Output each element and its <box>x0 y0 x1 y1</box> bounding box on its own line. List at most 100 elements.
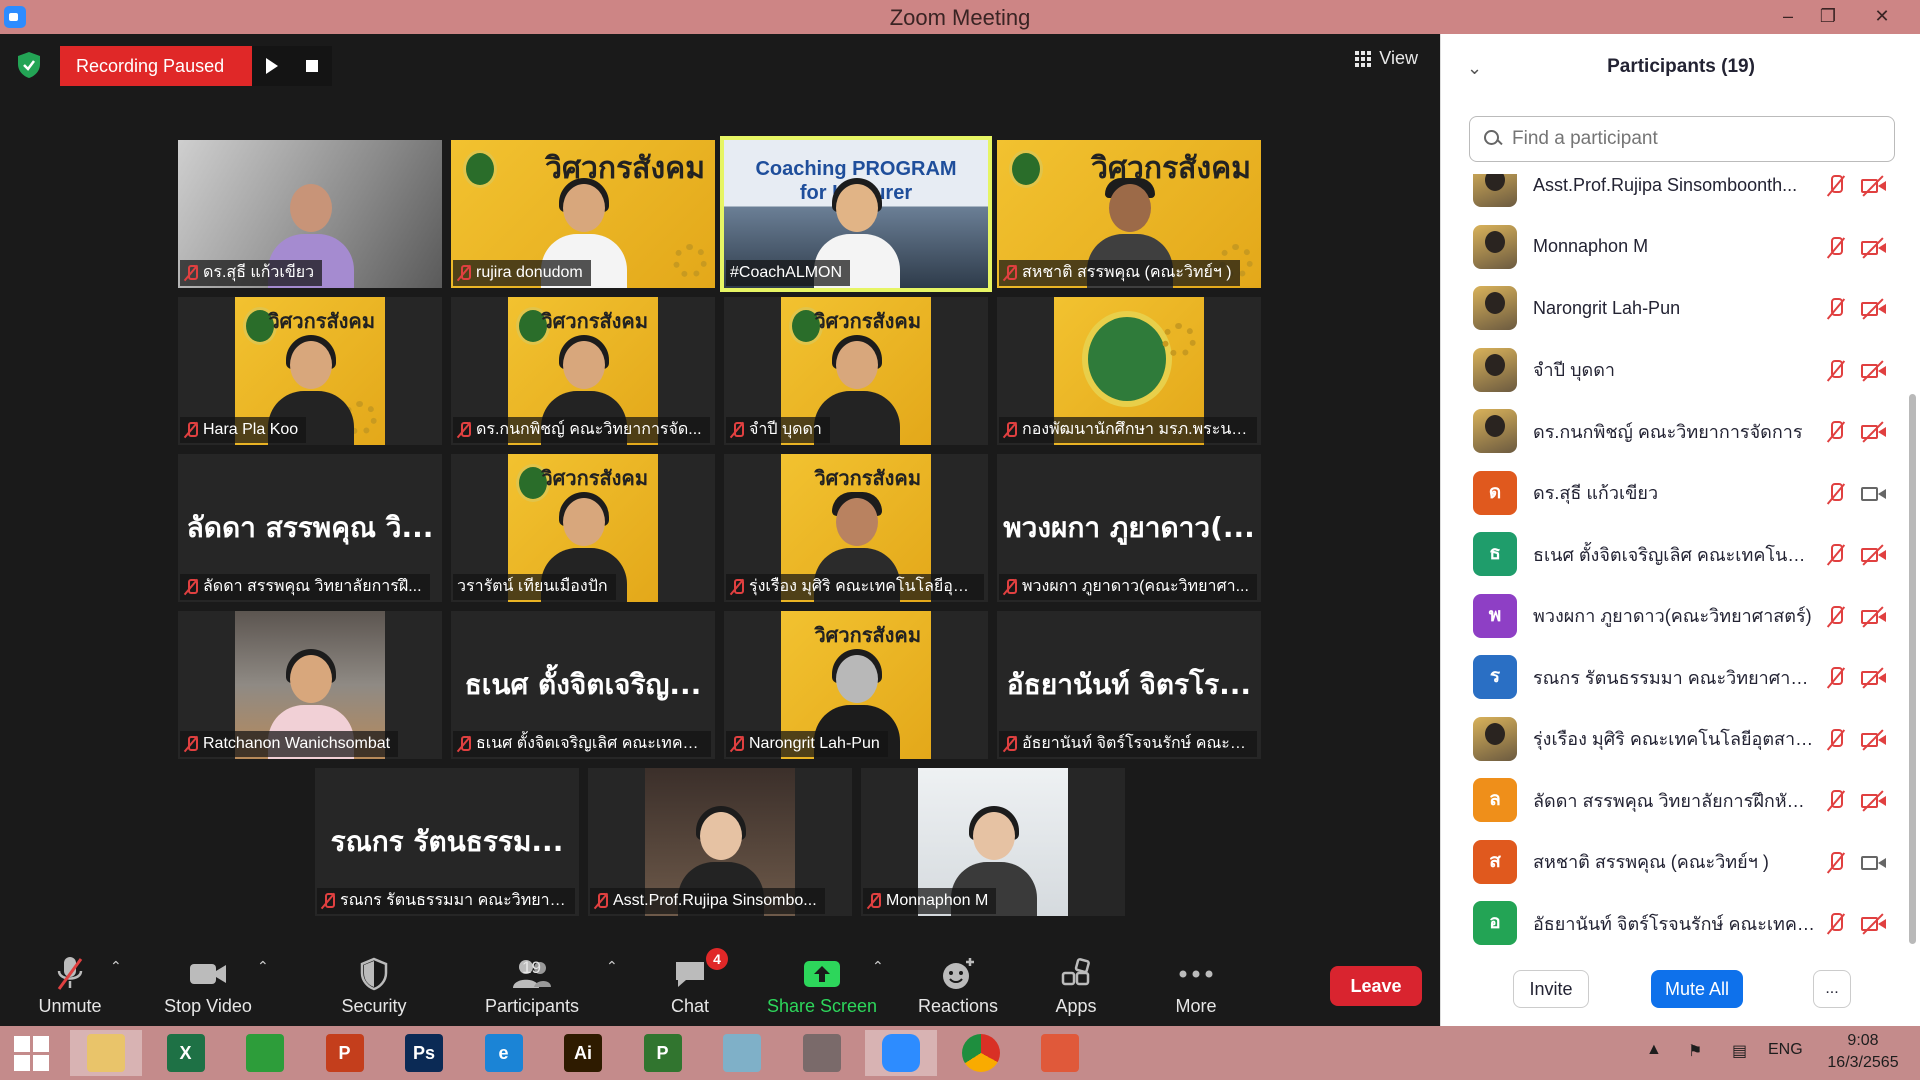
video-camera-icon[interactable] <box>1861 854 1887 872</box>
participant-row[interactable]: ด ดร.สุธี แก้วเขียว <box>1441 464 1911 522</box>
video-tile[interactable]: วิศวกรสังคม จำปี บุดดา <box>724 297 988 445</box>
taskbar-app-button[interactable] <box>229 1030 301 1076</box>
video-tile[interactable]: วิศวกรสังคม รุ่งเรือง มุศิริ คณะเทคโนโลย… <box>724 454 988 602</box>
taskbar-clock[interactable]: 9:08 16/3/2565 <box>1808 1030 1918 1074</box>
participant-row[interactable]: ธ ธเนศ ตั้งจิตเจริญเลิศ คณะเทคโนโลยีอุ... <box>1441 525 1911 583</box>
stop-recording-button[interactable] <box>292 46 333 86</box>
resume-recording-button[interactable] <box>252 46 293 86</box>
share-options-chevron-icon[interactable]: ⌃ <box>872 958 884 974</box>
taskbar-app-button[interactable] <box>945 1030 1017 1076</box>
mic-muted-icon[interactable] <box>1825 605 1847 629</box>
minimize-button[interactable]: – <box>1768 0 1808 34</box>
more-button[interactable]: More <box>1166 954 1226 1017</box>
invite-button[interactable]: Invite <box>1513 970 1589 1008</box>
video-tile[interactable]: ธเนศ ตั้งจิตเจริญ... ธเนศ ตั้งจิตเจริญเล… <box>451 611 715 759</box>
mic-muted-icon[interactable] <box>1825 728 1847 752</box>
windows-start-icon[interactable] <box>14 1036 50 1072</box>
security-button[interactable]: Security <box>334 954 414 1017</box>
mic-muted-icon[interactable] <box>1825 851 1847 875</box>
mic-muted-icon[interactable] <box>1825 297 1847 321</box>
video-off-icon[interactable] <box>1861 298 1887 320</box>
taskbar-app-button[interactable]: Ps <box>388 1030 460 1076</box>
participant-row[interactable]: อ อัธยานันท์ จิตร์โรจนรักษ์ คณะเทคโนโล... <box>1441 894 1911 952</box>
video-off-icon[interactable] <box>1861 667 1887 689</box>
video-tile[interactable]: วิศวกรสังคม สหชาติ สรรพคุณ (คณะวิทย์ฯ ) <box>997 140 1261 288</box>
participant-row[interactable]: จำปี บุดดา <box>1441 341 1911 399</box>
taskbar-app-button[interactable] <box>70 1030 142 1076</box>
participant-list-scrollbar[interactable] <box>1909 394 1916 944</box>
video-off-icon[interactable] <box>1861 236 1887 259</box>
mic-muted-icon[interactable] <box>1825 236 1847 260</box>
video-off-icon[interactable] <box>1861 359 1887 382</box>
video-tile[interactable]: พวงผกา ภูยาดาว(... พวงผกา ภูยาดาว(คณะวิท… <box>997 454 1261 602</box>
video-tile[interactable]: Asst.Prof.Rujipa Sinsombo... <box>588 768 852 916</box>
participant-row[interactable]: Monnaphon M <box>1441 218 1911 276</box>
video-off-icon[interactable] <box>1861 605 1887 628</box>
unmute-button[interactable]: Unmute <box>30 954 110 1017</box>
taskbar-app-button[interactable]: P <box>627 1030 699 1076</box>
action-center-flag-icon[interactable]: ⚑ <box>1688 1041 1702 1061</box>
mic-muted-icon[interactable] <box>1825 666 1847 690</box>
video-tile[interactable]: กองพัฒนานักศึกษา มรภ.พระนคร <box>997 297 1261 445</box>
mic-muted-icon[interactable] <box>1825 359 1847 383</box>
video-options-chevron-icon[interactable]: ⌃ <box>257 958 269 974</box>
video-off-icon[interactable] <box>1861 790 1887 812</box>
close-button[interactable]: ✕ <box>1862 0 1902 34</box>
video-off-icon[interactable] <box>1861 728 1887 751</box>
video-camera-icon[interactable] <box>1861 485 1887 503</box>
mute-all-button[interactable]: Mute All <box>1651 970 1743 1008</box>
video-tile[interactable]: วิศวกรสังคม rujira donudom <box>451 140 715 288</box>
network-icon[interactable]: ▤ <box>1732 1041 1747 1061</box>
video-off-icon[interactable] <box>1861 544 1887 566</box>
video-tile[interactable]: อัธยานันท์ จิตรโร... อัธยานันท์ จิตร์โรจ… <box>997 611 1261 759</box>
security-shield-icon[interactable] <box>14 50 44 80</box>
stop-video-button[interactable]: Stop Video <box>160 954 256 1017</box>
participant-search-box[interactable] <box>1469 116 1895 162</box>
taskbar-app-button[interactable]: X <box>150 1030 222 1076</box>
panel-more-button[interactable]: ... <box>1813 970 1851 1008</box>
show-hidden-icons-chevron-icon[interactable]: ▲ <box>1646 1041 1662 1059</box>
leave-button[interactable]: Leave <box>1330 966 1422 1006</box>
reactions-button[interactable]: Reactions <box>910 954 1006 1017</box>
taskbar-app-button[interactable]: e <box>468 1030 540 1076</box>
participant-row[interactable]: พ พวงผกา ภูยาดาว(คณะวิทยาศาสตร์) <box>1441 587 1911 645</box>
video-tile[interactable]: ดร.สุธี แก้วเขียว <box>178 140 442 288</box>
share-screen-button[interactable]: Share Screen <box>766 954 878 1017</box>
participant-row[interactable]: ร รณกร รัตนธรรมมา คณะวิทยาศาสตร์ฯ <box>1441 648 1911 706</box>
taskbar-app-button[interactable]: Ai <box>547 1030 619 1076</box>
mic-muted-icon[interactable] <box>1825 482 1847 506</box>
mic-muted-icon[interactable] <box>1825 543 1847 567</box>
mic-muted-icon[interactable] <box>1825 912 1847 936</box>
participant-row[interactable]: รุ่งเรือง มุศิริ คณะเทคโนโลยีอุตสาหกรรม <box>1441 710 1911 768</box>
mic-muted-icon[interactable] <box>1825 174 1847 198</box>
participants-options-chevron-icon[interactable]: ⌃ <box>606 958 618 974</box>
taskbar-app-button[interactable]: P <box>309 1030 381 1076</box>
video-tile[interactable]: วิศวกรสังคม Hara Pla Koo <box>178 297 442 445</box>
video-tile[interactable]: ลัดดา สรรพคุณ วิ... ลัดดา สรรพคุณ วิทยาล… <box>178 454 442 602</box>
video-off-icon[interactable] <box>1861 421 1887 443</box>
participant-row[interactable]: ดร.กนกพิชญ์ คณะวิทยาการจัดการ <box>1441 402 1911 460</box>
video-tile[interactable]: วิศวกรสังคม วรารัตน์ เทียนเมืองปัก <box>451 454 715 602</box>
mic-muted-icon[interactable] <box>1825 420 1847 444</box>
view-button[interactable]: View <box>1355 48 1418 69</box>
active-speaker-tile[interactable]: Coaching PROGRAM for Lecturer #CoachALMO… <box>720 136 992 292</box>
video-tile[interactable]: Monnaphon M <box>861 768 1125 916</box>
participants-button[interactable]: 19 Participants <box>480 954 584 1017</box>
participant-row[interactable]: ส สหชาติ สรรพคุณ (คณะวิทย์ฯ ) <box>1441 833 1911 891</box>
video-off-icon[interactable] <box>1861 913 1887 935</box>
participant-search-input[interactable] <box>1512 128 1872 150</box>
participant-row[interactable]: Asst.Prof.Rujipa Sinsomboonth... <box>1441 174 1911 214</box>
taskbar-app-button[interactable] <box>786 1030 858 1076</box>
taskbar-app-button[interactable] <box>1024 1030 1096 1076</box>
taskbar-app-button[interactable] <box>706 1030 778 1076</box>
audio-options-chevron-icon[interactable]: ⌃ <box>110 958 122 974</box>
restore-button[interactable]: ❐ <box>1808 0 1848 34</box>
video-tile[interactable]: Ratchanon Wanichsombat <box>178 611 442 759</box>
participant-row[interactable]: Narongrit Lah-Pun <box>1441 279 1911 337</box>
input-language[interactable]: ENG <box>1768 1041 1803 1059</box>
video-tile[interactable]: วิศวกรสังคม ดร.กนกพิชญ์ คณะวิทยาการจัด..… <box>451 297 715 445</box>
mic-muted-icon[interactable] <box>1825 789 1847 813</box>
apps-button[interactable]: Apps <box>1046 954 1106 1017</box>
video-tile[interactable]: รณกร รัตนธรรม... รณกร รัตนธรรมมา คณะวิทย… <box>315 768 579 916</box>
participant-row[interactable]: ล ลัดดา สรรพคุณ วิทยาลัยการฝึกหัดครู <box>1441 771 1911 829</box>
